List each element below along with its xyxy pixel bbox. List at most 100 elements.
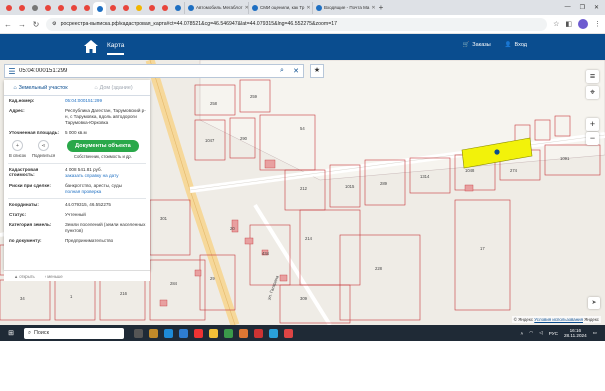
browser-tab[interactable]: [119, 2, 132, 14]
geolocation-button[interactable]: ➤: [588, 297, 600, 309]
browser-tab[interactable]: [80, 2, 93, 14]
parcel-number-label[interactable]: 214: [305, 236, 313, 241]
orders-label: Заказы: [472, 42, 491, 48]
browser-tab[interactable]: [158, 2, 171, 14]
parcel-number-label[interactable]: 17: [480, 246, 485, 251]
taskbar-clock[interactable]: 16:16 28.11.2024: [564, 328, 587, 339]
map-tool-button[interactable]: ⌖: [586, 86, 599, 99]
forward-icon[interactable]: →: [18, 20, 26, 29]
browser-tab[interactable]: Входящие - Почта Ма ✕: [312, 1, 376, 14]
browser-tab[interactable]: [41, 2, 54, 14]
parcel-number-label[interactable]: 34: [20, 296, 25, 301]
orders-link[interactable]: 🛒 Заказы: [462, 42, 490, 48]
browser-tab[interactable]: [171, 2, 184, 14]
expand-panel-button[interactable]: ▲ открыть: [14, 274, 35, 279]
parcel-number-label[interactable]: 1048: [465, 168, 475, 173]
parcel-number-label[interactable]: 259: [250, 94, 258, 99]
layers-button[interactable]: ≡: [586, 70, 599, 83]
extensions-icon[interactable]: ◧: [565, 20, 572, 28]
tab-close-icon[interactable]: ✕: [306, 5, 310, 11]
menu-icon[interactable]: ☰: [5, 65, 19, 77]
tab-close-icon[interactable]: ✕: [371, 5, 375, 11]
browser-menu-icon[interactable]: ⋮: [594, 20, 601, 28]
minimize-icon[interactable]: —: [565, 4, 571, 11]
telegram-icon[interactable]: [269, 328, 278, 338]
copilot-icon[interactable]: [149, 328, 158, 338]
reload-icon[interactable]: ↻: [32, 20, 40, 29]
parcel-number-label[interactable]: 289: [380, 181, 388, 186]
favorite-star-icon[interactable]: ★: [310, 64, 324, 78]
tab-land-plot[interactable]: ⌂ Земельный участок: [4, 80, 77, 95]
search-input[interactable]: [19, 68, 275, 74]
app-icon[interactable]: [254, 328, 263, 338]
new-tab-icon[interactable]: +: [376, 3, 386, 12]
profile-avatar[interactable]: [578, 19, 588, 29]
edge-icon[interactable]: [164, 328, 173, 338]
collapse-panel-button[interactable]: ‹ меньше: [45, 274, 63, 279]
notifications-icon[interactable]: ▭: [593, 330, 597, 336]
parcel-number-label[interactable]: 309: [300, 296, 308, 301]
browser-tab[interactable]: [106, 2, 119, 14]
parcel-number-label[interactable]: 216: [120, 291, 128, 296]
add-to-list-button[interactable]: + В список: [9, 140, 26, 158]
full-check-link[interactable]: полная проверка: [65, 189, 146, 195]
store-icon[interactable]: [179, 328, 188, 338]
parcel-number-label[interactable]: 301: [160, 216, 168, 221]
parcel-number-label[interactable]: 1047: [205, 138, 215, 143]
tab-building[interactable]: ⌂ Дом (здание): [77, 80, 150, 95]
site-info-icon[interactable]: ⚙: [52, 21, 57, 27]
share-button[interactable]: ⋖ Поделиться: [32, 140, 55, 158]
parcel-number-label[interactable]: 20: [230, 226, 235, 231]
files-icon[interactable]: [209, 328, 218, 338]
back-icon[interactable]: ←: [4, 20, 12, 29]
language-indicator[interactable]: РУС: [549, 331, 558, 336]
parcel-number-label[interactable]: 1091: [560, 156, 570, 161]
object-documents-button[interactable]: Документы объекта: [67, 140, 139, 152]
clear-icon[interactable]: ✕: [289, 67, 303, 75]
tray-chevron-icon[interactable]: ˄: [521, 331, 524, 336]
parcel-number-label[interactable]: 212: [300, 186, 308, 191]
browser-tab[interactable]: [54, 2, 67, 14]
parcel-number-label[interactable]: 1015: [345, 184, 355, 189]
task-view-icon[interactable]: [134, 328, 143, 338]
browser-tab[interactable]: [145, 2, 158, 14]
browser-tab[interactable]: СМИ оценили, как Тр ✕: [248, 1, 312, 14]
browser-tab[interactable]: [15, 2, 28, 14]
browser-tab[interactable]: [67, 2, 80, 14]
parcel-number-label[interactable]: 274: [510, 168, 518, 173]
volume-icon[interactable]: ◁: [539, 330, 543, 336]
terms-link[interactable]: Условия использования: [534, 317, 583, 322]
parcel-number-label[interactable]: 29: [210, 276, 215, 281]
wifi-icon[interactable]: ◠: [529, 330, 533, 336]
browser-tab[interactable]: [132, 2, 145, 14]
app-icon[interactable]: [284, 328, 293, 338]
close-window-icon[interactable]: ✕: [594, 4, 599, 11]
bookmark-star-icon[interactable]: ☆: [553, 20, 559, 28]
browser-tab[interactable]: [93, 2, 106, 15]
parcel-number-label[interactable]: 54: [300, 126, 305, 131]
browser-tab[interactable]: [2, 2, 15, 14]
login-link[interactable]: 👤 Вход: [505, 42, 527, 48]
parcel-number-label[interactable]: 1314: [420, 174, 430, 179]
parcel-number-label[interactable]: 434: [262, 251, 270, 256]
parcel-number-label[interactable]: 258: [210, 101, 218, 106]
home-icon[interactable]: [84, 40, 98, 53]
url-field[interactable]: ⚙ росреестра-выписка.рф/кадастровая_карт…: [46, 17, 548, 31]
windows-start-icon[interactable]: ⊞: [4, 329, 18, 337]
browser-tab[interactable]: Автомобиль Мегаблот✕: [184, 1, 248, 14]
app-icon[interactable]: [239, 328, 248, 338]
parcel-number-label[interactable]: 228: [375, 266, 383, 271]
parcel-number-label[interactable]: 290: [240, 136, 248, 141]
chrome-icon[interactable]: [224, 328, 233, 338]
info-value[interactable]: 05:04:000151:299: [65, 98, 146, 104]
zoom-in-button[interactable]: +: [586, 118, 599, 131]
nav-map-link[interactable]: Карта: [107, 42, 125, 55]
zoom-out-button[interactable]: −: [586, 132, 599, 145]
search-icon[interactable]: ⌕: [275, 67, 289, 75]
order-certificate-link[interactable]: заказать справку на дату: [65, 173, 146, 179]
taskbar-search[interactable]: ⌕ Поиск: [24, 327, 124, 339]
maximize-icon[interactable]: ❐: [580, 4, 585, 11]
parcel-number-label[interactable]: 284: [170, 281, 178, 286]
browser-tab[interactable]: [28, 2, 41, 14]
yandex-icon[interactable]: [194, 328, 203, 338]
